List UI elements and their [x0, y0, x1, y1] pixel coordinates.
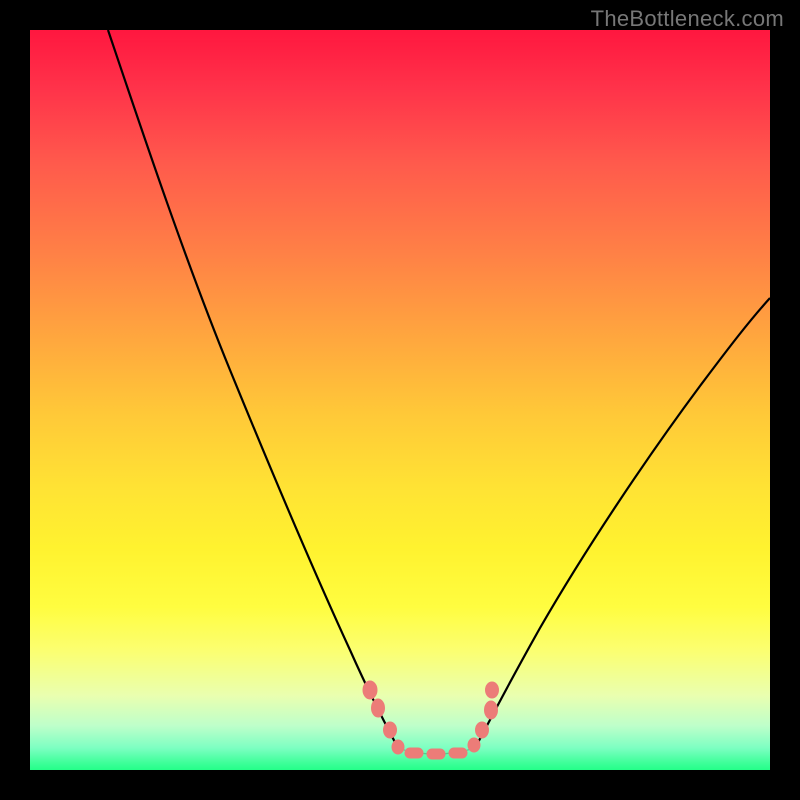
- watermark-text: TheBottleneck.com: [591, 6, 784, 32]
- chart-frame: TheBottleneck.com: [0, 0, 800, 800]
- chart-svg: [30, 30, 770, 770]
- curve-left: [108, 30, 398, 748]
- chart-plot-area: [30, 30, 770, 770]
- curve-right: [475, 298, 770, 748]
